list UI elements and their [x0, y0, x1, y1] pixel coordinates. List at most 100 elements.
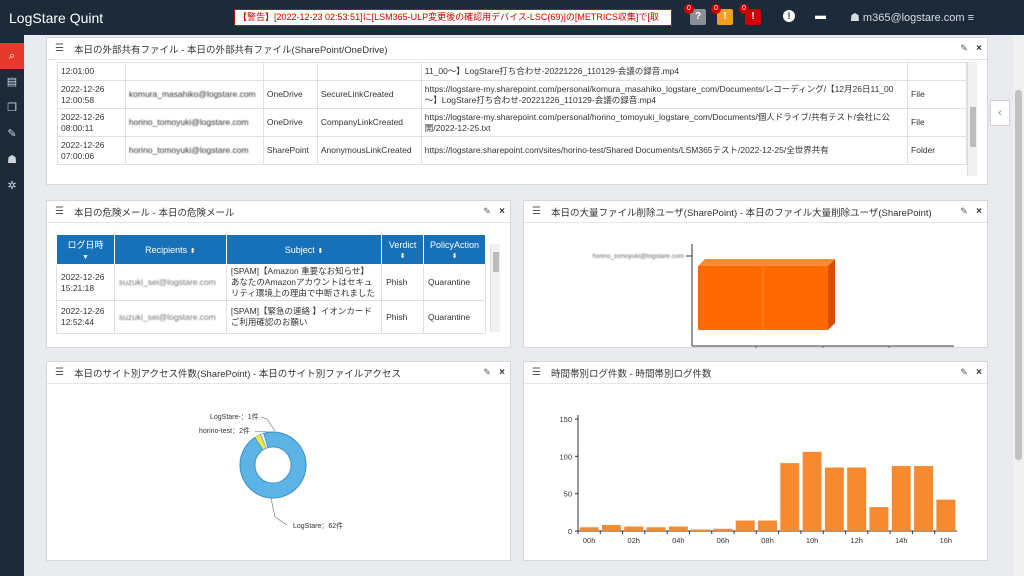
wrench-icon[interactable]: ✎	[480, 367, 494, 378]
user-menu[interactable]: ☗ m365@logstare.com ≡	[850, 11, 974, 24]
x-tick-label: 10h	[806, 536, 819, 545]
bar	[780, 463, 800, 531]
scrollbar-thumb[interactable]	[493, 252, 499, 272]
cell-service: SharePoint	[262, 136, 318, 165]
cell-service: OneDrive	[262, 80, 318, 109]
cell-action: Quarantine	[423, 300, 486, 334]
col-header-subject[interactable]: Subject ⬍	[225, 234, 383, 265]
cell-verdict: Phish	[381, 300, 425, 334]
bar	[936, 499, 956, 531]
panel-site-access: ☰ 本日のサイト別アクセス件数(SharePoint) - 本日のサイト別ファイ…	[46, 361, 511, 561]
col-header-policyaction[interactable]: PolicyAction ⬍	[423, 234, 486, 265]
app-title[interactable]: LogStare Quint	[0, 10, 200, 26]
panel-header: ☰ 本日の大量ファイル削除ユーザ(SharePoint) - 本日のファイル大量…	[524, 201, 987, 223]
gears-icon: ✲	[7, 180, 17, 192]
mail-table: ログ日時 ▼ Recipients ⬍ Subject ⬍ Verdict ⬍ Po…	[56, 234, 486, 334]
y-tick-label: 50	[564, 490, 572, 499]
close-icon[interactable]: ×	[971, 367, 987, 378]
sidebar-item-system[interactable]: ✲	[0, 173, 24, 199]
y-tick-label: 0	[568, 527, 572, 536]
close-icon[interactable]: ×	[494, 367, 510, 378]
list-icon[interactable]: ☰	[55, 367, 67, 378]
col-header-label: Recipients	[145, 244, 188, 255]
col-header-label: Verdict	[388, 239, 417, 250]
sidebar-item-search[interactable]: ⌕	[0, 43, 24, 69]
bar	[624, 526, 644, 531]
table-row[interactable]: 2022-12-26 08:00:11 horino_tomoyuki@logs…	[57, 108, 967, 137]
col-header-recipients[interactable]: Recipients ⬍	[113, 234, 227, 265]
wrench-icon: ✎	[7, 128, 17, 140]
sidebar-item-dashboard[interactable]: ▤	[0, 69, 24, 95]
cell-time: 2022-12-26 15:21:18	[56, 264, 115, 301]
table-row[interactable]: 12:01:00 11_00～】LogStare打ち合わせ-20221226_1…	[57, 62, 967, 81]
bar	[691, 529, 711, 531]
col-header-time[interactable]: ログ日時 ▼	[56, 234, 115, 265]
warning-indicator[interactable]: ! 0	[711, 4, 733, 25]
indicator-count: 0	[684, 4, 694, 14]
panel-collapse-button[interactable]: ‹	[990, 100, 1010, 126]
menu-icon: ≡	[964, 12, 975, 24]
share-table-scrollbar[interactable]	[967, 62, 977, 176]
scrollbar-thumb[interactable]	[970, 107, 976, 147]
bar-label: horino_tomoyuki@logstare.com	[592, 253, 684, 260]
x-tick-label: 00h	[583, 536, 596, 545]
bar	[735, 520, 755, 531]
cell-user	[124, 62, 264, 81]
x-tick-label: 12h	[850, 536, 863, 545]
message-icon[interactable]: ▬	[815, 10, 826, 22]
indicator-count: 0	[711, 4, 721, 14]
mail-table-scrollbar[interactable]	[490, 244, 500, 332]
slice-label: horino-test：2件	[199, 426, 250, 435]
leader-line	[254, 430, 272, 433]
user-email: m365@logstare.com	[862, 12, 965, 24]
bar	[802, 451, 822, 531]
user-icon: ☗	[850, 12, 863, 24]
bar	[668, 526, 688, 531]
cell-type: File	[907, 80, 967, 109]
x-tick-label: 14h	[895, 536, 908, 545]
bar	[713, 528, 733, 531]
x-tick-label: 06h	[717, 536, 730, 545]
notice-icon[interactable]: !	[783, 10, 795, 22]
cell-time: 2022-12-26 12:52:44	[56, 300, 115, 334]
alert-ticker[interactable]: 【警告】[2022-12-23 02:53:51]に[LSM365-ULP変更後…	[234, 9, 672, 26]
sidebar-item-users[interactable]: ☗	[0, 147, 24, 173]
sidebar-item-settings[interactable]: ✎	[0, 121, 24, 147]
table-row[interactable]: 2022-12-26 15:21:18 suzuki_sei@logstare.…	[56, 264, 486, 301]
close-icon[interactable]: ×	[971, 206, 987, 217]
wrench-icon[interactable]: ✎	[957, 206, 971, 217]
page-scrollbar-thumb[interactable]	[1015, 90, 1022, 460]
panel-hourly-logs: ☰ 時間帯別ログ件数 - 時間帯別ログ件数 ✎ × 0 50 100 150 00h 02…	[523, 361, 988, 561]
slice-label: LogStare：62件	[293, 521, 343, 530]
cell-type	[907, 62, 967, 81]
table-row[interactable]: 2022-12-26 12:00:58 komura_masahiko@logs…	[57, 80, 967, 109]
close-icon[interactable]: ×	[971, 43, 987, 54]
list-icon[interactable]: ☰	[55, 43, 67, 54]
site-access-donut-chart: LogStare-：1件 horino-test：2件 LogStare：62件	[199, 412, 343, 530]
page-scrollbar[interactable]	[1013, 35, 1024, 576]
question-indicator[interactable]: ? 0	[684, 4, 706, 25]
list-icon[interactable]: ☰	[55, 206, 67, 217]
book-icon: ❐	[7, 102, 17, 114]
table-row[interactable]: 2022-12-26 12:52:44 suzuki_sei@logstare.…	[56, 300, 486, 334]
error-indicator[interactable]: ! 0	[739, 4, 761, 25]
col-header-verdict[interactable]: Verdict ⬍	[381, 234, 425, 265]
donut-hole	[254, 446, 292, 484]
bar	[847, 467, 867, 531]
wrench-icon[interactable]: ✎	[957, 367, 971, 378]
table-row[interactable]: 2022-12-26 07:00:06 horino_tomoyuki@logs…	[57, 136, 967, 165]
panel-title: 時間帯別ログ件数 - 時間帯別ログ件数	[551, 368, 712, 380]
sidebar-item-reports[interactable]: ❐	[0, 95, 24, 121]
list-icon[interactable]: ☰	[532, 206, 544, 217]
bar	[891, 466, 911, 531]
x-tick-label: 08h	[761, 536, 774, 545]
panel-title: 本日の外部共有ファイル - 本日の外部共有ファイル(SharePoint/One…	[74, 44, 388, 56]
wrench-icon[interactable]: ✎	[480, 206, 494, 217]
wrench-icon[interactable]: ✎	[957, 43, 971, 54]
leader-line	[260, 416, 276, 432]
close-icon[interactable]: ×	[494, 206, 510, 217]
bar-top	[698, 259, 835, 266]
list-icon[interactable]: ☰	[532, 367, 544, 378]
table-header-row: ログ日時 ▼ Recipients ⬍ Subject ⬍ Verdict ⬍ Po…	[56, 234, 486, 265]
col-header-label: PolicyAction	[430, 239, 480, 250]
